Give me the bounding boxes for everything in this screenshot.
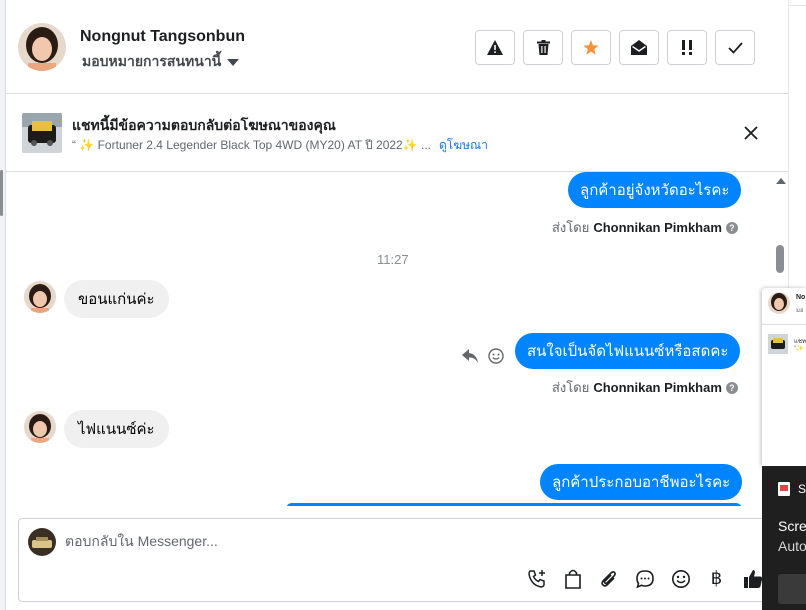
toast-action-button[interactable] bbox=[778, 574, 806, 604]
view-ad-link[interactable]: ดูโฆษณา bbox=[439, 138, 488, 152]
message-timestamp: 11:27 bbox=[377, 252, 409, 267]
reply-input[interactable] bbox=[65, 533, 745, 549]
mini-chat-popup[interactable]: No มอ แชท “✨ bbox=[762, 288, 806, 466]
mark-unread-button[interactable] bbox=[619, 30, 659, 65]
popup-divider bbox=[762, 324, 806, 325]
toast-body: Auto bbox=[778, 538, 806, 554]
page-avatar bbox=[28, 528, 56, 556]
composer-toolbar: ฿ bbox=[525, 567, 764, 590]
close-icon bbox=[744, 126, 758, 140]
app-icon bbox=[778, 482, 790, 496]
reply-icon[interactable] bbox=[462, 349, 478, 363]
mark-spam-button[interactable] bbox=[475, 30, 515, 65]
help-icon[interactable]: ? bbox=[725, 381, 738, 394]
ad-banner-quote-line: “ ✨ Fortuner 2.4 Legender Black Top 4WD … bbox=[72, 136, 488, 155]
ad-quote: “ ✨ Fortuner 2.4 Legender Black Top 4WD … bbox=[72, 138, 431, 152]
popup-customer-avatar bbox=[768, 292, 790, 314]
customer-name: Nongnut Tangsonbun bbox=[80, 28, 245, 45]
incoming-message[interactable]: ไฟแนนซ์ค่ะ bbox=[64, 410, 169, 448]
customer-avatar-small[interactable] bbox=[24, 281, 56, 313]
outgoing-message[interactable]: ลูกค้าประกอบอาชีพอะไรคะ bbox=[540, 464, 743, 500]
ad-banner-title: แชทนี้มีข้อความตอบกลับต่อโฆษณาของคุณ bbox=[72, 117, 336, 133]
trash-icon bbox=[536, 40, 550, 55]
close-banner-button[interactable] bbox=[742, 124, 760, 142]
ad-reply-banner: แชทนี้มีข้อความตอบกลับต่อโฆษณาของคุณ “ ✨… bbox=[6, 94, 788, 172]
popup-ad-thumbnail bbox=[768, 334, 788, 354]
incoming-message[interactable]: ขอนแก่นค่ะ bbox=[64, 280, 169, 318]
checkmark-icon bbox=[727, 41, 743, 54]
thumbs-up-icon[interactable] bbox=[741, 567, 764, 590]
toast-title: Scree bbox=[778, 518, 806, 534]
assign-conversation-dropdown[interactable]: มอบหมายการสนทนานี้ bbox=[82, 51, 240, 73]
popup-name: No bbox=[796, 294, 806, 301]
popup-sub: มอ bbox=[796, 308, 804, 314]
conversation-panel: Nongnut Tangsonbun มอบหมายการสนทนานี้ แช… bbox=[6, 0, 788, 610]
sent-by-line: ส่งโดย Chonnikan Pimkham ? bbox=[552, 377, 738, 398]
ad-thumbnail[interactable] bbox=[22, 113, 62, 153]
open-envelope-icon bbox=[631, 40, 647, 55]
message-thread: ลูกค้าอยู่จังหวัดอะไรคะ ส่งโดย Chonnikan… bbox=[6, 172, 788, 506]
customer-avatar[interactable] bbox=[18, 23, 66, 71]
react-emoji-icon[interactable] bbox=[488, 348, 504, 364]
sender-name: Chonnikan Pimkham bbox=[593, 220, 722, 235]
messenger-inbox-window: Nongnut Tangsonbun มอบหมายการสนทนานี้ แช… bbox=[0, 0, 806, 610]
left-scrollbar-thumb[interactable] bbox=[0, 170, 3, 216]
follow-up-star-button[interactable] bbox=[571, 30, 611, 65]
mark-important-button[interactable] bbox=[667, 30, 707, 65]
sent-by-prefix: ส่งโดย bbox=[552, 220, 590, 235]
popup-ad-quote: “✨ bbox=[794, 346, 804, 352]
toast-app-name: S bbox=[798, 482, 806, 496]
shopping-bag-icon[interactable] bbox=[561, 567, 584, 590]
help-icon[interactable]: ? bbox=[725, 221, 738, 234]
thread-scrollbar-thumb[interactable] bbox=[776, 245, 784, 273]
exclamation-icon bbox=[682, 40, 692, 55]
message-hover-tools bbox=[462, 348, 504, 364]
mark-done-button[interactable] bbox=[715, 30, 755, 65]
outgoing-message[interactable]: สนใจเป็นจัดไฟแนนซ์หรือสดคะ bbox=[515, 333, 741, 369]
conversation-header: Nongnut Tangsonbun มอบหมายการสนทนานี้ bbox=[6, 0, 788, 94]
chat-bubble-icon[interactable] bbox=[633, 567, 656, 590]
reply-composer: ฿ bbox=[18, 518, 778, 602]
emoji-icon[interactable] bbox=[669, 567, 692, 590]
sent-by-prefix: ส่งโดย bbox=[552, 380, 590, 395]
paperclip-icon[interactable] bbox=[597, 567, 620, 590]
sender-name: Chonnikan Pimkham bbox=[593, 380, 722, 395]
header-actions bbox=[475, 30, 755, 65]
phone-add-icon[interactable] bbox=[525, 567, 548, 590]
customer-avatar-small[interactable] bbox=[24, 411, 56, 443]
outgoing-message[interactable]: ลูกค้าอยู่จังหวัดอะไรคะ bbox=[568, 172, 742, 208]
right-edge-divider bbox=[789, 0, 806, 6]
outgoing-message-partial bbox=[286, 503, 742, 506]
star-icon bbox=[583, 40, 599, 55]
caret-down-icon bbox=[227, 58, 240, 66]
sent-by-line: ส่งโดย Chonnikan Pimkham ? bbox=[552, 217, 738, 238]
system-notification-toast[interactable]: S Scree Auto bbox=[762, 466, 806, 610]
assign-conversation-label: มอบหมายการสนทนานี้ bbox=[82, 53, 222, 69]
baht-icon[interactable]: ฿ bbox=[705, 567, 728, 590]
delete-button[interactable] bbox=[523, 30, 563, 65]
warning-icon bbox=[487, 40, 503, 55]
scroll-up-arrow-icon[interactable] bbox=[776, 178, 786, 184]
